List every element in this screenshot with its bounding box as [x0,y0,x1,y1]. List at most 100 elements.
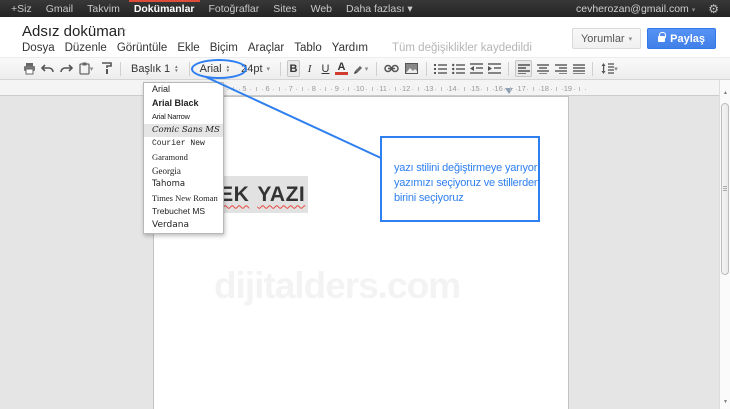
align-center-button[interactable] [535,60,550,77]
ruler-dot [389,89,390,90]
scroll-down-icon[interactable]: ▼ [720,399,730,405]
ruler-dot [574,89,575,90]
insert-image-icon[interactable] [403,60,420,77]
document-header: Adsız doküman ☆ Dosya Düzenle Görüntüle Ekl… [0,17,730,57]
font-menu-item-courier[interactable]: Courier New [144,137,223,151]
menu-araçlar[interactable]: Araçlar [248,42,284,54]
font-menu-item-times[interactable]: Times New Roman [144,192,223,206]
ruler-dot [308,89,309,90]
chevron-down-icon: ▾ [614,65,618,73]
google-bar-item-foto-raflar[interactable]: Fotoğraflar [202,0,267,17]
font-menu-item-arial-narrow[interactable]: Arial Narrow [144,110,223,124]
font-menu-item-verdana[interactable]: Verdana [144,219,223,233]
menu-biçim[interactable]: Biçim [210,42,238,54]
ruler-tick [418,87,419,91]
google-bar-item-sites[interactable]: Sites [266,0,303,17]
ruler-number: 5 [242,84,246,93]
menu-bar: Dosya Düzenle Görüntüle Ekle Biçim Araçlar Tab… [22,42,532,54]
align-justify-button[interactable] [571,60,586,77]
ruler-dot [250,89,251,90]
ruler-number: 18 [541,84,549,93]
menu-dosya[interactable]: Dosya [22,42,55,54]
undo-icon[interactable] [40,60,55,77]
ruler-tick [464,87,465,91]
web-clipboard-icon[interactable]: ▾ [76,60,96,77]
ruler-tick [372,87,373,91]
account-email[interactable]: cevherozan@gmail.com ▾ [568,3,703,15]
menu-ekle[interactable]: Ekle [177,42,199,54]
google-bar-item-+siz[interactable]: +Siz [4,0,39,17]
font-menu-item-arial-black[interactable]: Arial Black [144,97,223,111]
ruler-dot [343,89,344,90]
outdent-icon[interactable] [469,60,484,77]
text-color-button[interactable]: A [335,62,348,75]
insert-link-icon[interactable] [383,60,400,77]
font-menu-item-trebuchet[interactable]: Trebuchet MS [144,205,223,219]
font-menu-item-garamond[interactable]: Garamond [144,151,223,165]
underline-button[interactable]: U [319,60,332,77]
align-right-button[interactable] [553,60,568,77]
ruler-tick [325,87,326,91]
gear-icon[interactable]: ⚙ [703,2,724,16]
ruler-tick [256,87,257,91]
italic-button[interactable]: I [303,60,316,77]
align-left-button[interactable] [515,60,532,77]
google-bar-item-gmail[interactable]: Gmail [39,0,80,17]
chevron-down-icon: ▾ [90,65,94,73]
lock-icon [658,36,665,42]
menu-görüntüle[interactable]: Görüntüle [117,42,168,54]
ruler-number: 15 [471,84,479,93]
annotation-text-line: yazımızı seçiyoruz ve stillerden [394,176,532,191]
font-menu-item-comic[interactable]: Comic Sans MS [144,124,223,138]
ruler-dot [285,89,286,90]
ruler: 12345678910111213141516171819 [0,80,719,96]
paint-format-icon[interactable] [99,60,114,77]
print-icon[interactable] [22,60,37,77]
numbered-list-icon[interactable] [433,60,448,77]
paragraph-style-select[interactable]: Başlık 1 ▲▼ [127,61,183,77]
scrollbar-thumb[interactable] [721,103,729,275]
star-icon[interactable]: ☆ [117,24,128,38]
right-indent-marker[interactable] [505,88,513,94]
document-title[interactable]: Adsız doküman [22,23,125,40]
save-status: Tüm değişiklikler kaydedildi [392,42,532,54]
google-docs-window: +SizGmailTakvimDokümanlarFotoğraflarSite… [0,0,730,409]
font-menu-item-tahoma[interactable]: Tahoma [144,178,223,192]
ruler-number: 7 [289,84,293,93]
font-menu-item-arial[interactable]: Arial [144,83,223,97]
indent-icon[interactable] [487,60,502,77]
comments-button[interactable]: Yorumlar▾ [572,28,641,49]
font-family-select[interactable]: Arial ▲▼ [196,61,234,77]
scroll-up-icon[interactable]: ▲ [720,90,730,96]
toolbar-separator [189,62,190,76]
google-bar-item-daha-fazlas-[interactable]: Daha fazlası ▾ [339,0,420,17]
highlight-color-button[interactable]: ▾ [351,60,370,77]
ruler-tick [579,87,580,91]
bulleted-list-icon[interactable] [451,60,466,77]
font-menu-item-georgia[interactable]: Georgia [144,165,223,179]
google-bar-item-takvim[interactable]: Takvim [80,0,127,17]
ruler-dot [296,89,297,90]
google-bar-item-web[interactable]: Web [304,0,339,17]
ruler-number: 6 [266,84,270,93]
menu-yardım[interactable]: Yardım [332,42,368,54]
menu-düzenle[interactable]: Düzenle [65,42,107,54]
vertical-scrollbar[interactable]: ▲ ▼ [719,80,730,409]
toolbar-separator [508,62,509,76]
redo-icon[interactable] [58,60,73,77]
ruler-dot [331,89,332,90]
ruler-dot [366,89,367,90]
chevron-down-icon: ▾ [267,65,271,73]
ruler-dot [551,89,552,90]
google-bar-item-dok-manlar[interactable]: Dokümanlar [127,0,202,17]
bold-button[interactable]: B [287,60,300,77]
ruler-number: 12 [402,84,410,93]
ruler-number: 17 [518,84,526,93]
ruler-number: 19 [564,84,572,93]
menu-tablo[interactable]: Tablo [294,42,322,54]
font-size-select[interactable]: 24pt ▾ [237,61,274,77]
ruler-tick [441,87,442,91]
share-button[interactable]: Paylaş [647,28,716,49]
ruler-dot [262,89,263,90]
line-spacing-button[interactable]: ▾ [599,60,620,77]
